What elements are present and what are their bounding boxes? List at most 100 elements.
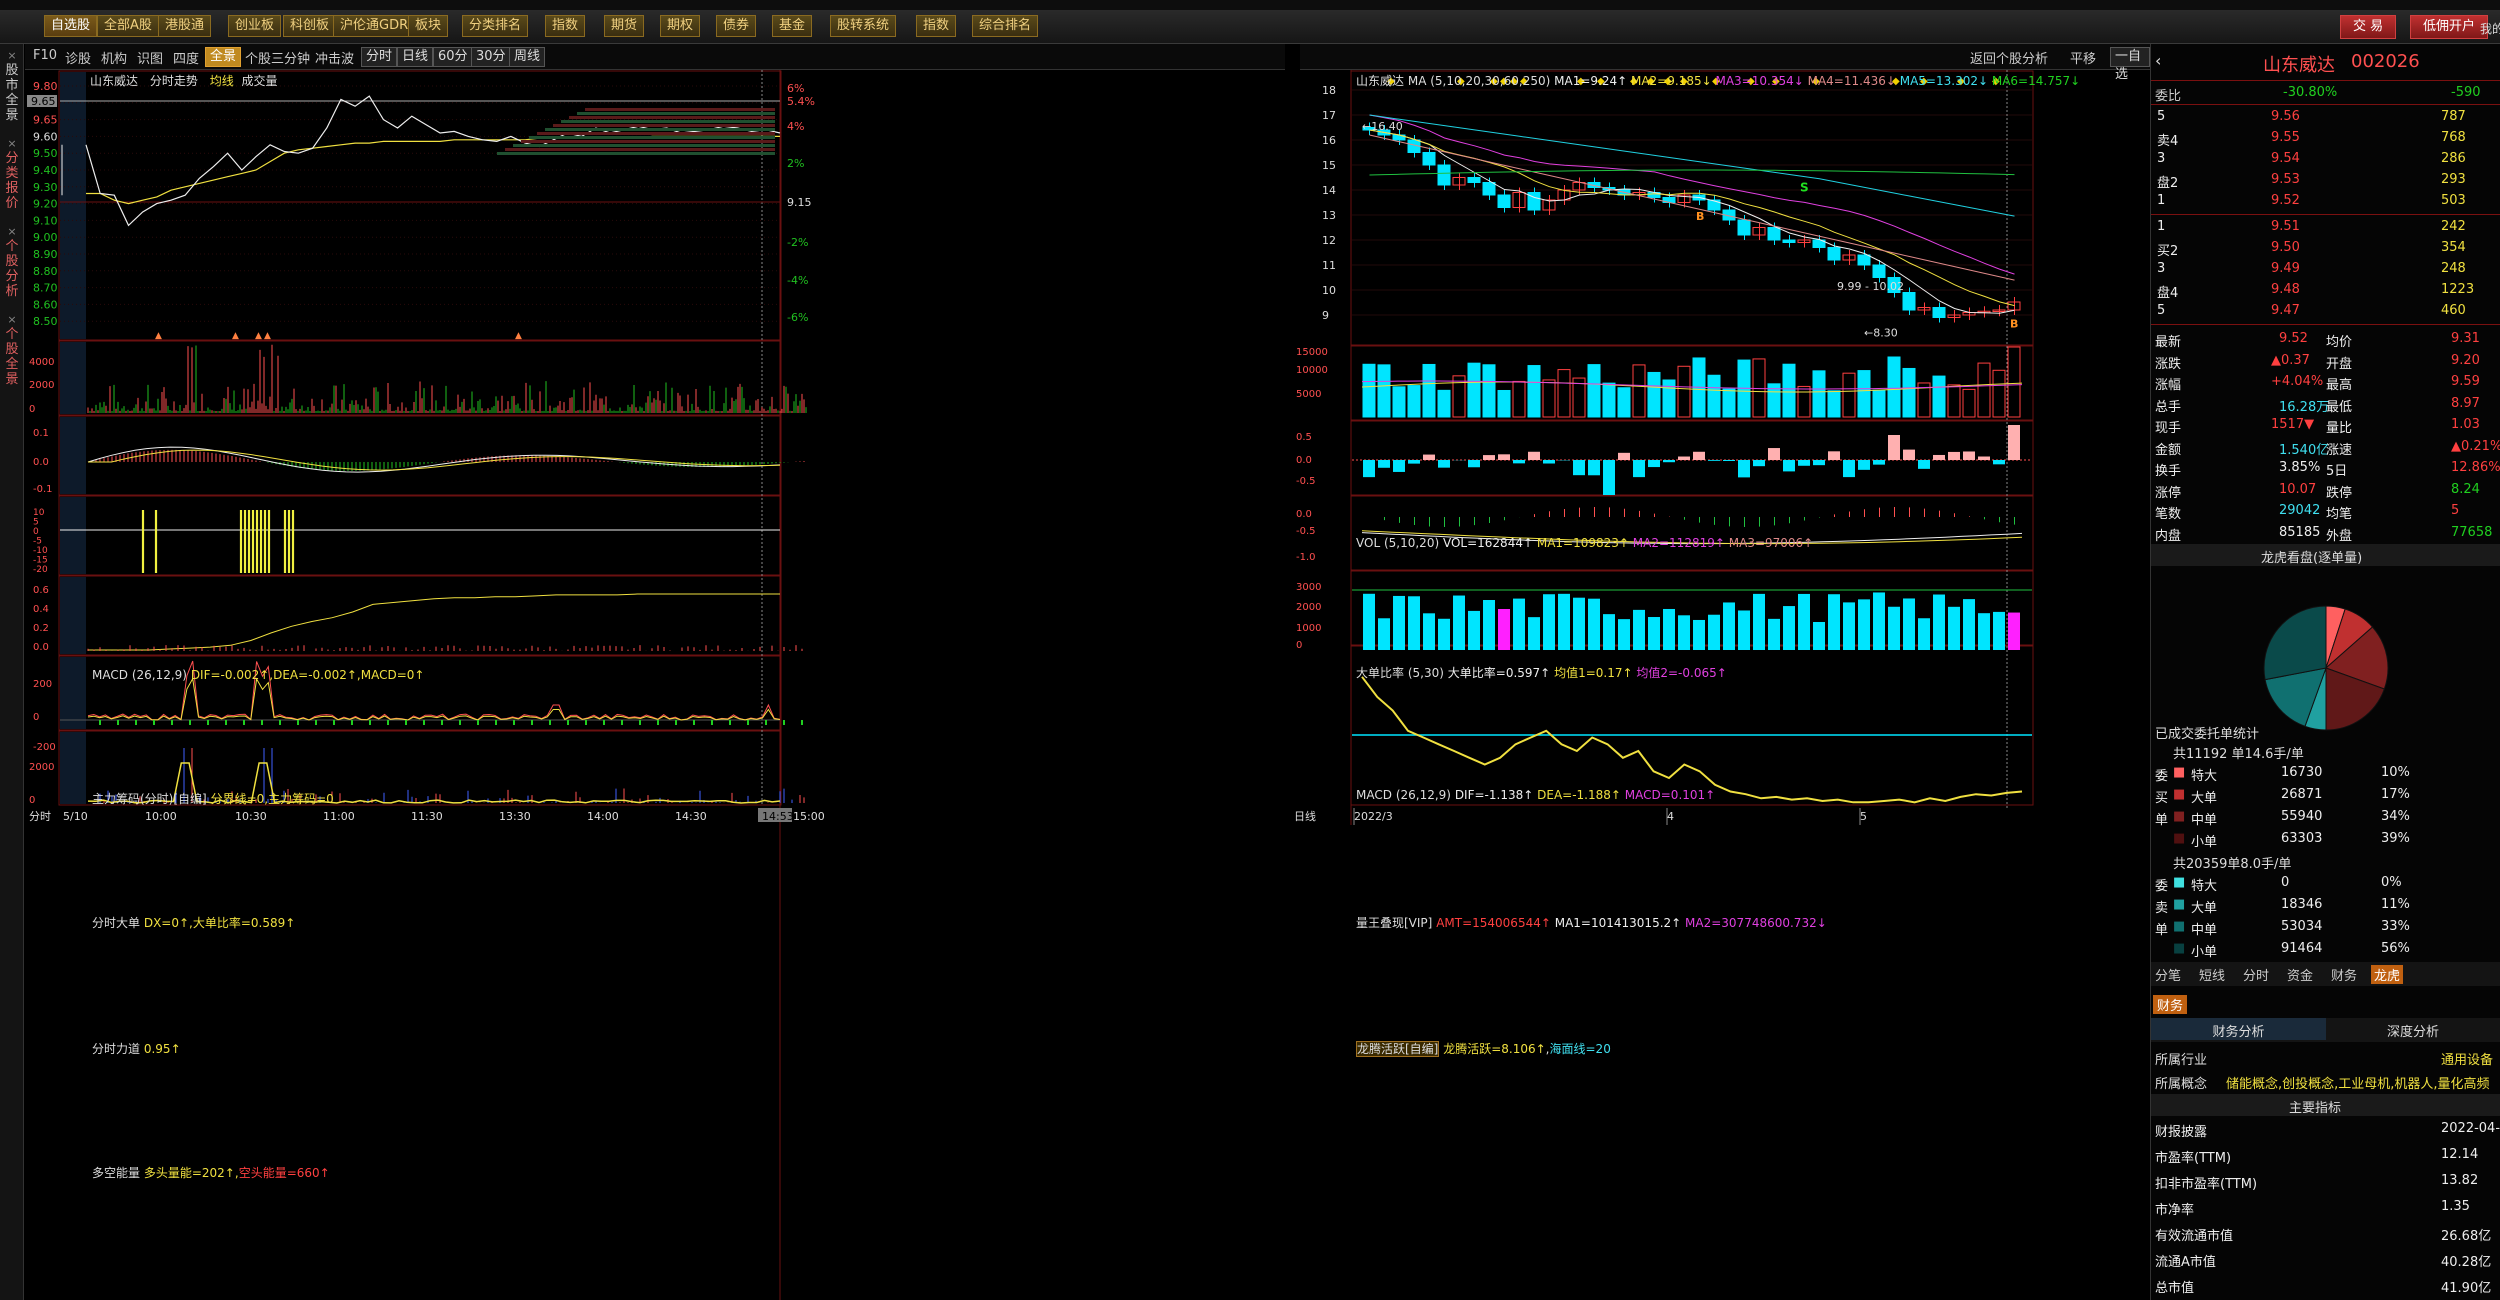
zl-tick-label: 0 (33, 527, 39, 537)
toolbar-item-index[interactable]: 指数 (545, 15, 586, 37)
kvol-bar (1962, 388, 1976, 418)
kline-header: 山东威达 MA (5,10,20,30,60,250) MA1=9.24↑ MA… (1356, 74, 2081, 88)
fin-row-0: 财报披露2022-04-26 (2155, 1121, 2500, 1140)
fin-analysis-tab[interactable]: 财务分析 (2151, 1018, 2326, 1040)
toolbar-item-all-a[interactable]: 全部A股 (97, 15, 159, 37)
toolbar-item-rank[interactable]: 分类排名 (462, 15, 529, 37)
kdate-label: 日线 (1294, 809, 1316, 823)
tab-dragon-tiger[interactable]: 龙虎 (2371, 965, 2404, 984)
kprice-tick: 16 (1322, 134, 1336, 147)
trade-button[interactable]: 交 易 (2340, 15, 2397, 39)
zl-header: 主力筹码(分时)[自编] 分界线=0,主力筹码=0 (92, 792, 334, 806)
toolbar-item-neeq[interactable]: 股转系统 (830, 15, 897, 37)
candle-body (1467, 177, 1481, 183)
toolbar-item-funds[interactable]: 基金 (772, 15, 813, 37)
period-weekly[interactable]: 周线 (509, 47, 546, 67)
zl-tick-label: -20 (33, 565, 48, 575)
stat-row-3: 总手 16.28万 最低 8.97 (2155, 395, 2480, 415)
period-30min[interactable]: 30分 (471, 47, 511, 67)
vtab-market-overview[interactable]: × 股市全景 (2, 48, 22, 123)
toolbar-item-futures[interactable]: 期货 (604, 15, 645, 37)
klw-bar (1483, 600, 1495, 650)
back-chevron-icon[interactable]: ‹ (2155, 51, 2161, 70)
overview-tab[interactable]: 全景 (205, 47, 242, 67)
klw-bar (1423, 613, 1435, 650)
toolbar-item-star[interactable]: 科创板 (283, 15, 337, 37)
vtab-category-quote[interactable]: × 分类报价 (2, 136, 22, 211)
event-marker: ▲ (515, 331, 522, 341)
deep-analysis-tab[interactable]: 深度分析 (2387, 1021, 2439, 1040)
vtab-stock-overview[interactable]: × 个股全景 (2, 312, 22, 387)
panel-frame (58, 70, 782, 341)
ann-range: 9.99 - 10.02 (1837, 280, 1904, 293)
tab-funds[interactable]: 资金 (2287, 965, 2313, 984)
back-to-analysis-link[interactable]: 返回个股分析 (1970, 48, 2048, 67)
panel-frame (58, 575, 782, 656)
panel-frame (58, 495, 782, 576)
institution-tab[interactable]: 机构 (101, 48, 127, 67)
intraday-header: 山东威达 分时走势 均线 成交量 (90, 72, 278, 90)
ma20-line (1369, 114, 2015, 275)
three-minute-tab[interactable]: 个股三分钟 (245, 48, 310, 67)
tab-finance[interactable]: 财务 (2331, 965, 2357, 984)
toolbar-item-bonds[interactable]: 债券 (716, 15, 757, 37)
fin-row-4: 有效流通市值 26.68亿 (2155, 1229, 2492, 1244)
candle-body (1437, 164, 1451, 186)
kdd-bar (1708, 460, 1720, 461)
f10-tab[interactable]: F10 (33, 48, 57, 63)
premarket-hatch (60, 342, 86, 414)
kvol-bar (1887, 356, 1901, 418)
ma250-line (1369, 169, 2015, 176)
kvol-bar (1647, 371, 1661, 418)
kdd-bar (1588, 460, 1600, 476)
toolbar-item-gdr[interactable]: 沪伦通GDR (333, 15, 416, 37)
dd-tick-label: 0.2 (33, 623, 49, 634)
tab-ticks[interactable]: 分笔 (2155, 965, 2181, 984)
kline-chart-area[interactable]: 1817161514131211109◆ ◆ ◆ ◆ ◆ ◆ ◆ ◆ ◆ ◆ ◆ ◆ ◆ ◆ ◆ ◆ ◆ ◆ ◆ ◆←… (1292, 70, 2150, 1300)
pattern-tab[interactable]: 识图 (137, 48, 163, 67)
diagnose-tab[interactable]: 诊股 (65, 48, 91, 67)
four-degree-tab[interactable]: 四度 (173, 48, 199, 67)
period-intraday[interactable]: 分时 (361, 47, 398, 67)
kdd-bar (1813, 460, 1825, 466)
main-toolbar: 自选股 全部A股 港股通 创业板 科创板 沪伦通GDR 板块 分类排名 指数 期… (0, 10, 2500, 44)
price-line (85, 95, 781, 227)
stat-row-5: 金额 1.540亿 涨速 ▲0.21% (2155, 438, 2500, 458)
tab-intraday[interactable]: 分时 (2243, 965, 2269, 984)
toolbar-item-options[interactable]: 期权 (660, 15, 701, 37)
right-subbar: 返回个股分析 平移 一自选 (1300, 44, 2150, 82)
toolbar-item-index2[interactable]: 指数 (916, 15, 957, 37)
period-daily[interactable]: 日线 (397, 47, 434, 67)
kdd-bar (1648, 460, 1660, 468)
buy-order-row-3: ■ 小单 63303 39% (2173, 831, 2410, 850)
depth-bar (545, 128, 775, 131)
klw-bar (1618, 619, 1630, 650)
pan-button[interactable]: 平移 (2070, 48, 2096, 67)
watchlist-select[interactable]: 一自选 (2110, 47, 2150, 82)
toolbar-item-sector[interactable]: 板块 (408, 15, 449, 37)
kprice-tick: 13 (1322, 209, 1336, 222)
ld-yellow-line (87, 677, 781, 721)
intraday-chart-area[interactable]: 9.809.709.659.609.509.409.309.209.109.00… (25, 70, 1290, 1300)
premarket-hatch (60, 577, 86, 654)
kdd-bar (1918, 460, 1930, 469)
toolbar-item-watchlist[interactable]: 自选股 (44, 15, 98, 37)
fin-tab[interactable]: 财务 (2153, 995, 2188, 1014)
toolbar-item-composite[interactable]: 综合排名 (972, 15, 1039, 37)
klw-bar (1393, 595, 1405, 650)
price-tick-label: 9.60 (33, 130, 58, 143)
price-tick-label: 9.65 (33, 114, 58, 127)
stat-row-8: 笔数 29042 均笔 5 (2155, 503, 2460, 522)
shockwave-tab[interactable]: 冲击波 (315, 48, 354, 67)
kvol-bar (2007, 346, 2021, 418)
dd-tick-label: 0.0 (33, 642, 49, 653)
toolbar-item-hk-connect[interactable]: 港股通 (158, 15, 212, 37)
klw-bar (1573, 597, 1585, 650)
vtab-stock-analysis[interactable]: × 个股分析 (2, 224, 22, 299)
kprice-tick: 15 (1322, 159, 1336, 172)
pct-tick-label: 6% (787, 82, 804, 95)
period-60min[interactable]: 60分 (433, 47, 473, 67)
toolbar-item-gem[interactable]: 创业板 (228, 15, 282, 37)
open-account-button[interactable]: 低佣开户 (2410, 15, 2489, 39)
tab-shortline[interactable]: 短线 (2199, 965, 2225, 984)
